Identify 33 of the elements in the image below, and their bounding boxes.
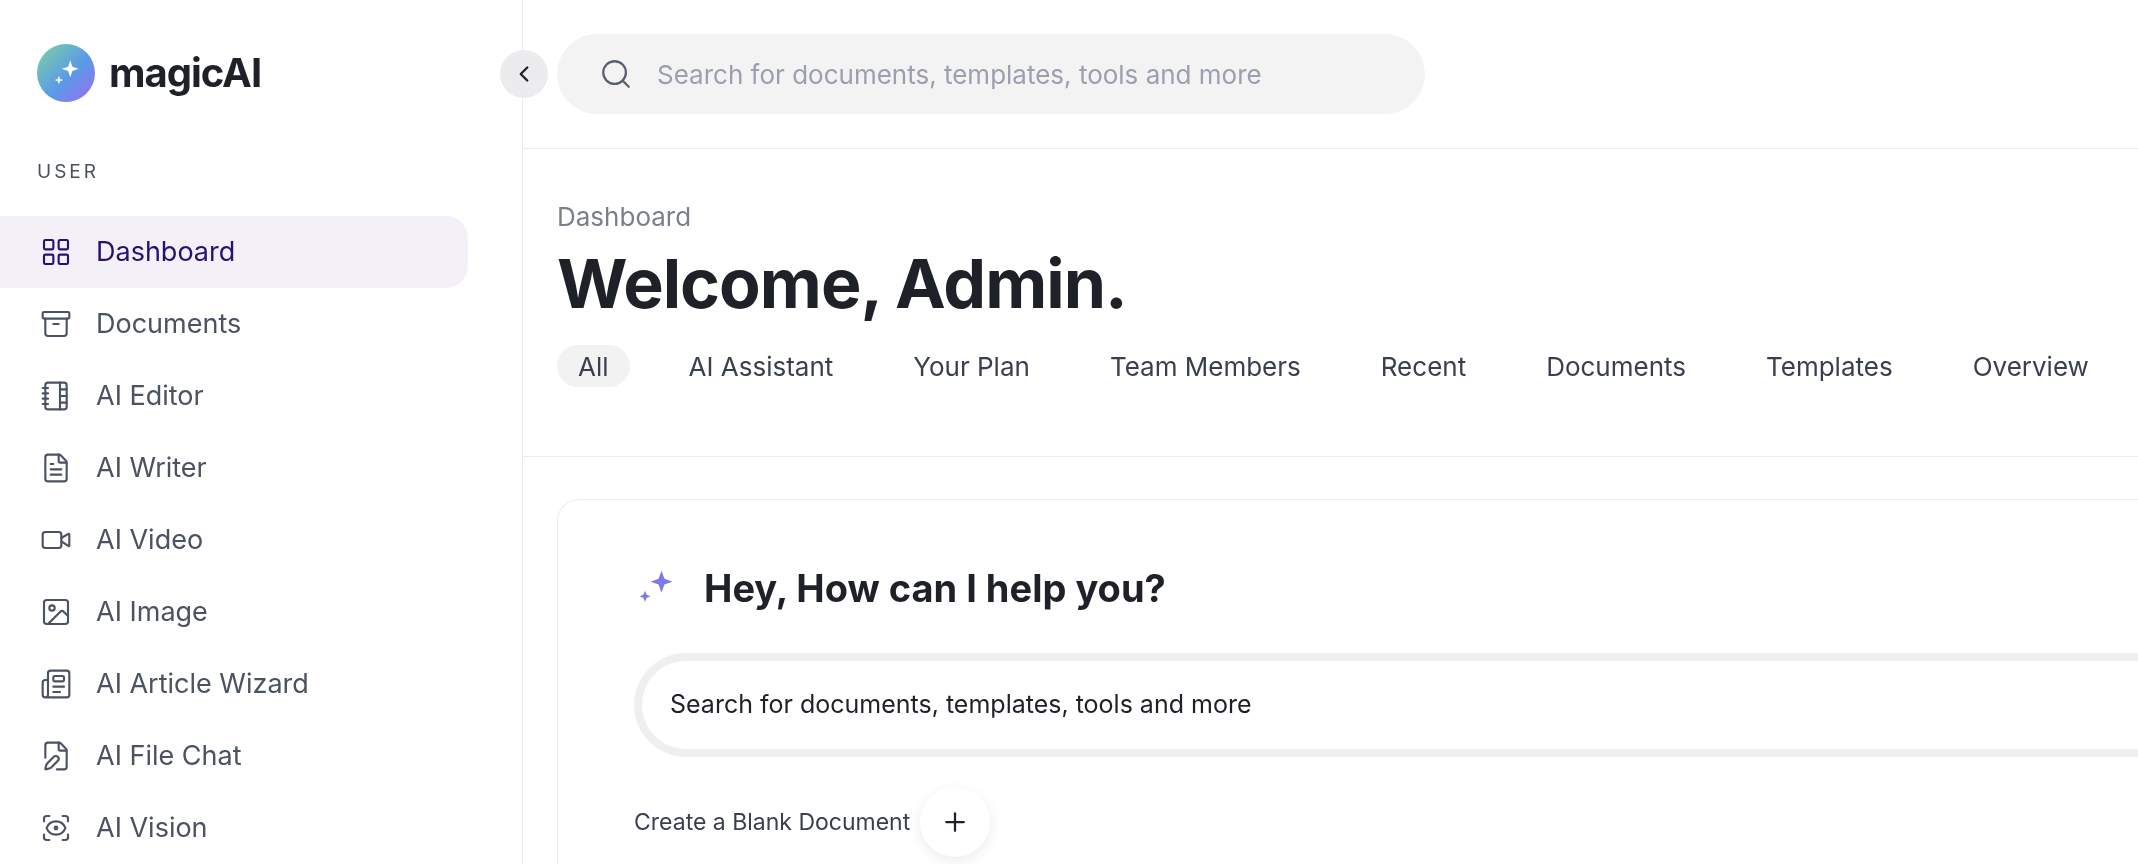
eye-scan-icon [40, 812, 72, 844]
assistant-search-field[interactable]: Search for documents, templates, tools and more [634, 653, 2138, 757]
assistant-heading: Hey, How can I help you? [704, 564, 1166, 613]
collapse-button[interactable] [500, 50, 548, 98]
page-title: Welcome, Admin. [557, 243, 1128, 323]
archive-box-icon [40, 308, 72, 340]
search-icon [599, 57, 633, 91]
search-field[interactable]: Search for documents, templates, tools and more [557, 34, 1425, 114]
grid-icon [40, 236, 72, 268]
logo-icon [37, 44, 95, 102]
sidebar-item[interactable]: AI Writer [0, 432, 468, 504]
sidebar-item[interactable]: Dashboard [0, 216, 468, 288]
sidebar-item[interactable]: Documents [0, 288, 468, 360]
breadcrumb: Dashboard [557, 200, 693, 234]
create-blank-label: Create a Blank Document [634, 806, 911, 838]
filter-tab[interactable]: All [557, 345, 630, 387]
sidebar-item[interactable]: AI Article Wizard [0, 648, 468, 720]
filter-tab[interactable]: AI Assistant [667, 345, 855, 387]
sidebar-item[interactable]: AI File Chat [0, 720, 468, 792]
article-icon [40, 668, 72, 700]
sidebar-item[interactable]: AI Vision [0, 792, 468, 864]
brand-name: magicAI [109, 47, 262, 99]
sidebar-item[interactable]: AI Editor [0, 360, 468, 432]
filter-tab[interactable]: Recent [1359, 345, 1488, 387]
filter-tab[interactable]: Documents [1525, 345, 1707, 387]
section-label: USER [36, 158, 100, 185]
image-icon [40, 596, 72, 628]
filter-tab[interactable]: Overview [1951, 345, 2110, 387]
sidebar-item[interactable]: AI Video [0, 504, 468, 576]
filter-tab[interactable]: Team Members [1088, 345, 1322, 387]
filter-tab[interactable]: Templates [1745, 345, 1914, 387]
sidebar-item[interactable]: AI Image [0, 576, 468, 648]
filter-tab[interactable]: Your Plan [892, 345, 1051, 387]
